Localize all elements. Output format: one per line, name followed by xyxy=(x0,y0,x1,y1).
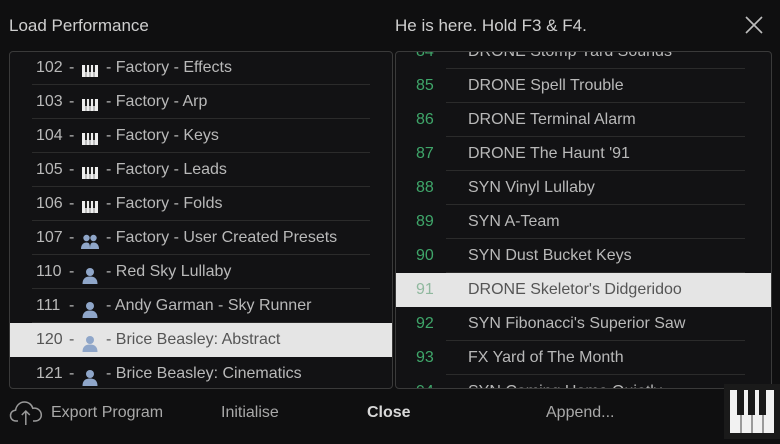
bank-label: - Factory - Arp xyxy=(106,93,208,110)
user-icon xyxy=(81,365,99,386)
cloud-upload-icon xyxy=(9,401,43,425)
program-label: SYN Vinyl Lullaby xyxy=(468,179,595,196)
bank-number: 102 xyxy=(36,59,63,76)
program-list-item[interactable]: 87 DRONE The Haunt '91 xyxy=(396,137,771,171)
program-label: DRONE Skeletor's Didgeridoo xyxy=(468,281,682,298)
bank-label: - Andy Garman - Sky Runner xyxy=(106,297,312,314)
bank-number: 107 xyxy=(36,229,63,246)
bank-list-item[interactable]: 105- - Factory - Leads xyxy=(10,153,392,187)
program-list: 84 DRONE Stomp Yard Sounds 85 DRONE Spell T… xyxy=(396,51,771,388)
program-list-item[interactable]: 91 DRONE Skeletor's Didgeridoo xyxy=(396,273,771,307)
bank-separator: - xyxy=(69,161,75,178)
bank-separator: - xyxy=(69,229,75,246)
bank-separator: - xyxy=(69,263,75,280)
program-number: 84 xyxy=(416,51,434,60)
bottom-toolbar: Export Program Initialise Close Append..… xyxy=(0,390,780,439)
dialog-title: Load Performance xyxy=(9,16,149,35)
user-icon xyxy=(81,297,99,318)
bank-list-item[interactable]: 102- - Factory - Effects xyxy=(10,52,392,85)
program-label: FX Yard of The Month xyxy=(468,349,624,366)
bank-number: 121 xyxy=(36,365,63,382)
program-number: 93 xyxy=(416,349,434,366)
bank-number: 103 xyxy=(36,93,63,110)
bank-label: - Factory - Effects xyxy=(106,59,232,76)
program-number: 86 xyxy=(416,111,434,128)
append-button[interactable]: Append... xyxy=(546,404,615,422)
status-message: He is here. Hold F3 & F4. xyxy=(395,16,587,35)
program-label: SYN Dust Bucket Keys xyxy=(468,247,632,264)
bank-number: 105 xyxy=(36,161,63,178)
title-bar: Load Performance He is here. Hold F3 & F… xyxy=(0,0,780,50)
program-list-item[interactable]: 90 SYN Dust Bucket Keys xyxy=(396,239,771,273)
piano-icon xyxy=(81,195,99,213)
program-number: 88 xyxy=(416,179,434,196)
user-icon xyxy=(81,263,99,284)
bank-label: - Factory - Leads xyxy=(106,161,227,178)
program-label: SYN A-Team xyxy=(468,213,560,230)
program-number: 90 xyxy=(416,247,434,264)
bank-label: - Factory - User Created Presets xyxy=(106,229,338,246)
program-list-item[interactable]: 89 SYN A-Team xyxy=(396,205,771,239)
program-list-item[interactable]: 84 DRONE Stomp Yard Sounds xyxy=(396,51,771,69)
bank-label: - Factory - Folds xyxy=(106,195,223,212)
program-list-item[interactable]: 85 DRONE Spell Trouble xyxy=(396,69,771,103)
program-label: DRONE Stomp Yard Sounds xyxy=(468,51,672,60)
bank-separator: - xyxy=(69,93,75,110)
bank-label: - Red Sky Lullaby xyxy=(106,263,232,280)
program-list-item[interactable]: 86 DRONE Terminal Alarm xyxy=(396,103,771,137)
bank-separator: - xyxy=(69,127,75,144)
program-list-item[interactable]: 92 SYN Fibonacci's Superior Saw xyxy=(396,307,771,341)
piano-keys-icon xyxy=(730,390,774,433)
bank-separator: - xyxy=(69,59,75,76)
bank-list-item[interactable]: 103- - Factory - Arp xyxy=(10,85,392,119)
program-list-item[interactable]: 93 FX Yard of The Month xyxy=(396,341,771,375)
program-number: 92 xyxy=(416,315,434,332)
bank-label: - Factory - Keys xyxy=(106,127,219,144)
users-icon xyxy=(81,229,99,249)
bank-list-item[interactable]: 106- - Factory - Folds xyxy=(10,187,392,221)
bank-list-panel[interactable]: 102- - Factory - Effects 103- - Factory - A… xyxy=(9,51,393,389)
program-number: 87 xyxy=(416,145,434,162)
program-list-item[interactable]: 94 SYN Coming Home Quietly xyxy=(396,375,771,388)
bank-number: 104 xyxy=(36,127,63,144)
bank-list: 102- - Factory - Effects 103- - Factory - A… xyxy=(10,52,392,388)
bank-number: 110 xyxy=(36,263,62,280)
program-number: 89 xyxy=(416,213,434,230)
bank-separator: - xyxy=(69,365,75,382)
bank-separator: - xyxy=(69,297,75,314)
program-label: SYN Fibonacci's Superior Saw xyxy=(468,315,686,332)
user-icon xyxy=(81,331,99,352)
piano-icon xyxy=(81,127,99,145)
close-icon[interactable] xyxy=(743,14,765,36)
program-number: 85 xyxy=(416,77,434,94)
bank-label: - Brice Beasley: Abstract xyxy=(106,331,281,348)
keyboard-toggle[interactable] xyxy=(724,384,780,439)
program-label: DRONE Terminal Alarm xyxy=(468,111,636,128)
bank-separator: - xyxy=(69,195,75,212)
bank-list-item[interactable]: 107- - Factory - User Created Presets xyxy=(10,221,392,255)
program-list-panel[interactable]: 84 DRONE Stomp Yard Sounds 85 DRONE Spell T… xyxy=(395,51,772,389)
bank-label: - Brice Beasley: Cinematics xyxy=(106,365,302,382)
piano-icon xyxy=(81,93,99,111)
bank-list-item[interactable]: 120- - Brice Beasley: Abstract xyxy=(10,323,392,357)
bank-number: 120 xyxy=(36,331,63,348)
program-label: SYN Coming Home Quietly xyxy=(468,375,662,388)
program-label: DRONE The Haunt '91 xyxy=(468,145,630,162)
piano-icon xyxy=(81,59,99,77)
close-button[interactable]: Close xyxy=(367,404,411,422)
program-list-item[interactable]: 88 SYN Vinyl Lullaby xyxy=(396,171,771,205)
bank-list-item[interactable]: 104- - Factory - Keys xyxy=(10,119,392,153)
program-number: 94 xyxy=(416,375,434,388)
initialise-button[interactable]: Initialise xyxy=(221,404,279,422)
bank-number: 106 xyxy=(36,195,63,212)
bank-separator: - xyxy=(69,331,75,348)
bank-number: 111 xyxy=(36,297,61,314)
bank-list-item[interactable]: 110- - Red Sky Lullaby xyxy=(10,255,392,289)
export-program-label: Export Program xyxy=(51,404,164,421)
bank-list-item[interactable]: 121- - Brice Beasley: Cinematics xyxy=(10,357,392,388)
piano-icon xyxy=(81,161,99,179)
program-number: 91 xyxy=(416,281,434,298)
bank-list-item[interactable]: 111- - Andy Garman - Sky Runner xyxy=(10,289,392,323)
program-label: DRONE Spell Trouble xyxy=(468,77,624,94)
